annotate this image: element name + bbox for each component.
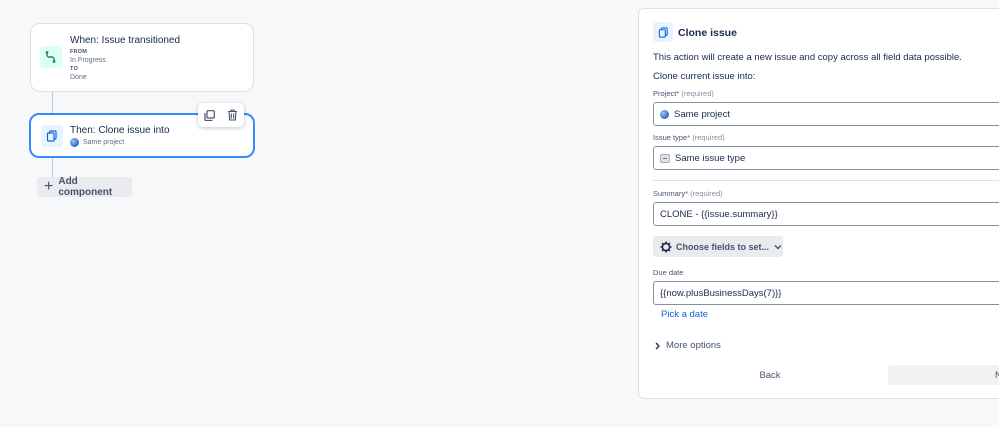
- next-button[interactable]: N: [888, 365, 999, 385]
- clone-into-label: Clone current issue into:: [653, 71, 756, 82]
- gear-icon: [660, 241, 672, 253]
- pick-date-link[interactable]: Pick a date: [661, 309, 708, 320]
- clone-issue-panel: Clone issue This action will create a ne…: [638, 8, 999, 399]
- panel-title: Clone issue: [678, 27, 737, 39]
- trigger-title: When: Issue transitioned: [70, 35, 181, 46]
- due-date-input[interactable]: {{now.plusBusinessDays(7)}}: [653, 281, 999, 305]
- choose-fields-button[interactable]: Choose fields to set...: [653, 236, 783, 257]
- plus-icon: +: [44, 178, 54, 195]
- issue-type-value: Same issue type: [675, 152, 746, 164]
- divider: [653, 180, 999, 181]
- summary-input[interactable]: CLONE - {{issue.summary}}: [653, 202, 999, 226]
- globe-icon: [660, 109, 669, 119]
- more-options-label: More options: [666, 340, 721, 351]
- issue-type-icon: [660, 153, 670, 163]
- project-select[interactable]: Same project: [653, 102, 999, 126]
- issue-type-label: Issue type* (required): [653, 133, 725, 142]
- chevron-right-icon: [655, 342, 660, 350]
- add-component-button[interactable]: + Add component: [37, 176, 132, 198]
- project-value: Same project: [674, 108, 730, 120]
- due-date-label: Due date: [653, 268, 684, 277]
- duplicate-icon[interactable]: [202, 107, 218, 123]
- to-label: TO: [70, 66, 78, 72]
- branch-icon: [40, 46, 62, 68]
- panel-description: This action will create a new issue and …: [653, 52, 962, 63]
- copy-icon: [41, 125, 63, 147]
- project-label: Project* (required): [653, 89, 714, 98]
- summary-label: Summary* (required): [653, 189, 723, 198]
- trash-icon[interactable]: [225, 107, 241, 123]
- connector-line: [52, 92, 53, 113]
- more-options-toggle[interactable]: More options: [655, 340, 721, 351]
- add-component-label: Add component: [58, 176, 113, 198]
- action-title: Then: Clone issue into: [70, 125, 170, 136]
- trigger-card[interactable]: When: Issue transitioned FROM In Progres…: [30, 23, 254, 92]
- connector-line: [52, 158, 53, 177]
- from-label: FROM: [70, 49, 87, 55]
- globe-icon: [70, 138, 79, 147]
- from-value: In Progress: [70, 57, 106, 64]
- issue-type-select[interactable]: Same issue type: [653, 146, 999, 170]
- card-toolbar: [198, 103, 244, 127]
- action-project: Same project: [83, 139, 125, 146]
- copy-icon: [653, 22, 673, 42]
- chevron-down-icon: [774, 244, 782, 250]
- choose-fields-label: Choose fields to set...: [676, 241, 770, 252]
- back-button[interactable]: Back: [653, 365, 887, 385]
- to-value: Done: [70, 74, 87, 81]
